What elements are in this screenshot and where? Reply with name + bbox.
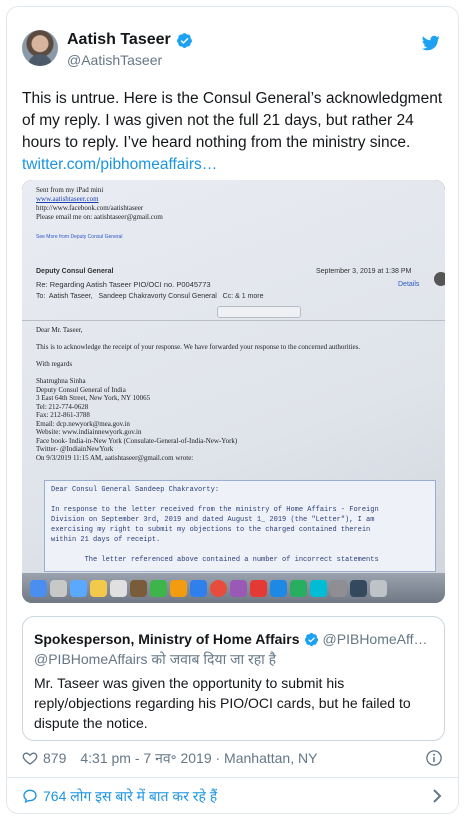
photo-header-line: http://www.facebook.com/aatishtaseer: [36, 204, 144, 212]
books-icon: [130, 579, 147, 597]
launchpad-icon: [50, 579, 67, 597]
photo-divider: [22, 320, 445, 321]
tweet-link[interactable]: twitter.com/pibhomeaffairs…: [22, 156, 217, 173]
photo-avatar: [434, 272, 445, 286]
author-avatar[interactable]: [22, 30, 58, 66]
info-icon[interactable]: [425, 749, 443, 767]
acrobat-icon: [250, 579, 267, 597]
photo-dock: [22, 573, 445, 603]
conversation-link[interactable]: 764 लोग इस बारे में बात कर रहे हैं: [22, 782, 445, 810]
photo-see-more: See More from Deputy Consul General: [36, 234, 123, 240]
music-icon: [230, 579, 247, 597]
notes-icon: [90, 579, 107, 597]
verified-badge-icon: [304, 632, 318, 646]
excel-icon: [290, 579, 307, 597]
speech-bubble-icon: [23, 789, 37, 804]
like-count[interactable]: 879: [43, 750, 66, 766]
author-display-name[interactable]: Aatish Taseer: [67, 31, 171, 49]
twitter-bird-icon[interactable]: [421, 34, 441, 52]
quoted-tweet-header: Spokesperson, Ministry of Home Affairs @…: [34, 631, 434, 647]
screenshot-photo: Sent from my iPad mini www.aatishtaseer.…: [22, 180, 445, 603]
mail-icon: [190, 579, 207, 597]
quoted-tweet[interactable]: Spokesperson, Ministry of Home Affairs @…: [22, 616, 445, 741]
photo-reply-toolbar: [217, 306, 301, 318]
photo-quote-text: Dear Consul General Sandeep Chakravorty:…: [51, 486, 379, 564]
photo-body: Dear Mr. Taseer, This is to acknowledge …: [36, 326, 361, 462]
tweet-timestamp[interactable]: 4:31 pm - 7 नव॰ 2019 · Manhattan, NY: [80, 749, 317, 768]
photo-date: September 3, 2019 at 1:38 PM: [316, 268, 412, 275]
chrome-icon: [210, 579, 227, 597]
author-handle[interactable]: @AatishTaseer: [67, 52, 162, 68]
tweet-photo[interactable]: Sent from my iPad mini www.aatishtaseer.…: [22, 180, 445, 603]
tweet-card[interactable]: Aatish Taseer @AatishTaseer This is untr…: [6, 6, 459, 814]
chevron-right-icon[interactable]: [431, 788, 443, 804]
quoted-display-name[interactable]: Spokesperson, Ministry of Home Affairs: [34, 631, 300, 647]
author-name-line[interactable]: Aatish Taseer: [67, 31, 193, 49]
photo-sender: Deputy Consul General: [36, 268, 114, 275]
photo-header-line: Please email me on: aatishtaseer@gmail.c…: [36, 213, 163, 221]
verified-badge-icon: [176, 32, 192, 48]
photo-header-line: www.aatishtaseer.com: [36, 195, 99, 203]
messages-icon: [150, 579, 167, 597]
safari-icon: [70, 579, 87, 597]
tweet-body: This is untrue. Here is the Consul Gener…: [22, 90, 443, 151]
photos-icon: [170, 579, 187, 597]
word-icon: [270, 579, 287, 597]
quoted-tweet-text: Mr. Taseer was given the opportunity to …: [34, 675, 411, 731]
quoted-reply-note: @PIBHomeAffairs को जवाब दिया जा रहा है: [34, 651, 277, 667]
settings-icon: [330, 579, 347, 597]
photo-header-line: Sent from my iPad mini: [36, 186, 104, 194]
photo-quoted-email: Dear Consul General Sandeep Chakravorty:…: [44, 480, 436, 572]
quoted-handle[interactable]: @PIBHomeAff…: [323, 631, 428, 647]
photo-details: Details: [398, 281, 420, 288]
conversation-text[interactable]: 764 लोग इस बारे में बात कर रहे हैं: [43, 787, 217, 806]
tweet-text: This is untrue. Here is the Consul Gener…: [22, 88, 447, 176]
photo-to-line: To: Aatish Taseer, Sandeep Chakravorty C…: [36, 293, 264, 300]
tweet-header: Aatish Taseer @AatishTaseer: [20, 30, 445, 76]
trash-icon: [370, 579, 387, 597]
appstore-icon: [310, 579, 327, 597]
finder-icon: [30, 579, 47, 597]
tweet-meta: 879 4:31 pm - 7 नव॰ 2019 · Manhattan, NY: [22, 747, 445, 769]
heart-icon[interactable]: [22, 750, 38, 766]
app-icon: [350, 579, 367, 597]
calendar-icon: [110, 579, 127, 597]
footer-divider: [7, 777, 458, 778]
photo-subject: Re: Regarding Aatish Taseer PIO/OCI no. …: [36, 280, 211, 289]
